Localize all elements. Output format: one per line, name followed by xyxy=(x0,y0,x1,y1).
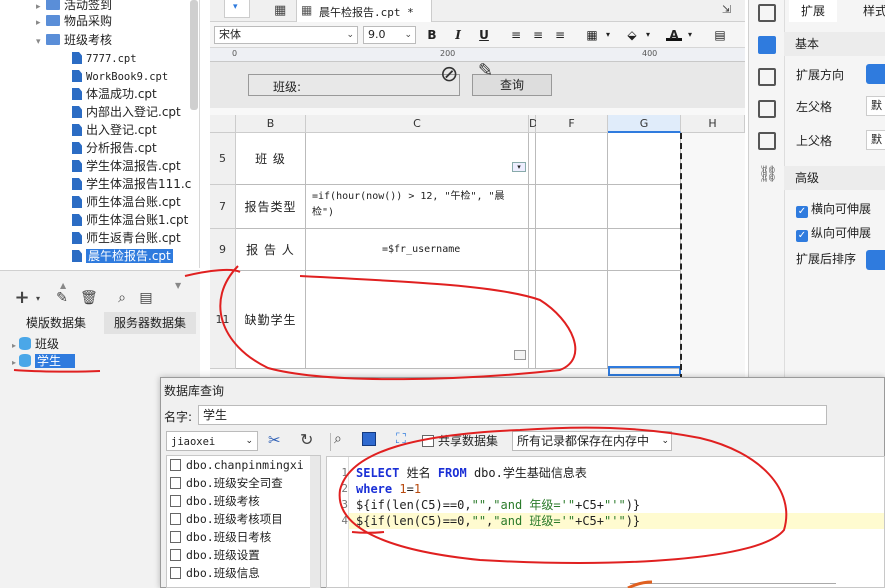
annotation-mark xyxy=(627,580,653,588)
annotation-circle-sql xyxy=(338,426,788,564)
annotation-circle-cell xyxy=(219,265,577,381)
annotation-underline-dataset xyxy=(13,369,101,373)
annotation-underline-line4 xyxy=(351,531,385,534)
annotation-layer xyxy=(13,265,788,588)
